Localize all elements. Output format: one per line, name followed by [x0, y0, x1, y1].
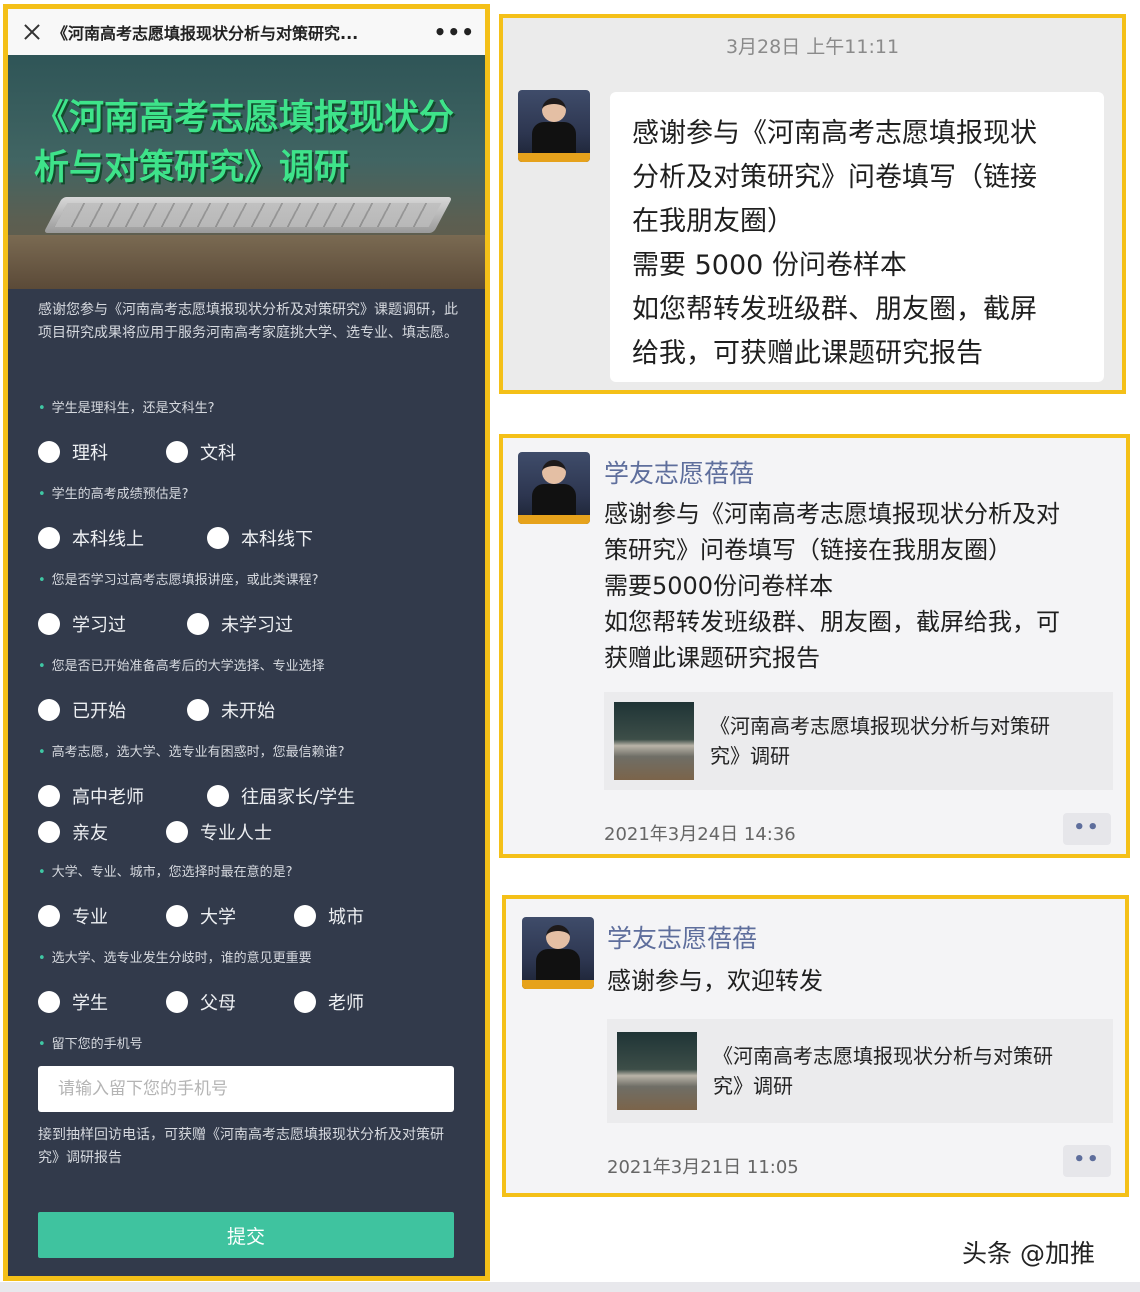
composite-screenshot: 《河南高考志愿填报现状分析与对策研究... ••• 《河南高考志愿填报现状分析与… [0, 0, 1140, 1292]
survey-intro: 感谢您参与《河南高考志愿填报现状分析及对策研究》课题调研，此项目研究成果将应用于… [38, 302, 458, 341]
post-time: 2021年3月24日 14:36 [604, 824, 796, 845]
radio-button[interactable] [166, 991, 188, 1013]
question-label: 您是否学习过高考志愿填报讲座，或此类课程? [38, 566, 485, 596]
avatar[interactable] [522, 917, 594, 989]
link-thumbnail [614, 702, 694, 780]
chat-line: 给我，可获赠此课题研究报告 [632, 338, 983, 369]
radio-option[interactable]: 已开始 [38, 697, 187, 723]
question-label: 您是否已开始准备高考后的大学选择、专业选择 [38, 652, 485, 682]
radio-button[interactable] [38, 527, 60, 549]
question-label: 大学、专业、城市，您选择时最在意的是? [38, 858, 485, 888]
link-title: 《河南高考志愿填报现状分析与对策研 究》调研 [710, 714, 1050, 768]
radio-option[interactable]: 老师 [294, 989, 364, 1015]
chat-line: 感谢参与《河南高考志愿填报现状 [632, 118, 1037, 149]
page-title: 《河南高考志愿填报现状分析与对策研究... [52, 24, 359, 43]
radio-option[interactable]: 专业人士 [166, 819, 272, 845]
radio-option[interactable]: 学生 [38, 989, 166, 1015]
question-label: 选大学、选专业发生分歧时，谁的意见更重要 [38, 944, 485, 974]
radio-button[interactable] [166, 905, 188, 927]
question-options: 专业 大学 城市 [38, 888, 485, 944]
more-menu-icon[interactable]: ••• [434, 20, 475, 44]
survey-form: 学生是理科生，还是文科生? 理科 文科 学生的高考成绩预估是? 本科线上 本科线… [8, 394, 485, 1258]
radio-button[interactable] [38, 991, 60, 1013]
moment-post: 学友志愿蓓蓓 感谢参与，欢迎转发 《河南高考志愿填报现状分析与对策研 究》调研 … [502, 895, 1129, 1197]
shared-link-card[interactable]: 《河南高考志愿填报现状分析与对策研 究》调研 [607, 1019, 1113, 1123]
survey-phone-panel: 《河南高考志愿填报现状分析与对策研究... ••• 《河南高考志愿填报现状分析与… [3, 4, 490, 1281]
poster-name[interactable]: 学友志愿蓓蓓 [607, 919, 757, 955]
link-thumbnail [617, 1032, 697, 1110]
chat-bubble[interactable]: 感谢参与《河南高考志愿填报现状 分析及对策研究》问卷填写（链接 在我朋友圈） 需… [610, 92, 1104, 382]
radio-button[interactable] [38, 905, 60, 927]
question-options: 已开始 未开始 [38, 682, 485, 738]
reward-note: 接到抽样回访电话，可获赠《河南高考志愿填报现状分析及对策研究》调研报告 [38, 1127, 444, 1166]
avatar[interactable] [518, 90, 590, 162]
desk-image [8, 235, 485, 289]
question-options: 本科线上 本科线下 [38, 510, 485, 566]
radio-option[interactable]: 理科 [38, 439, 166, 465]
radio-button[interactable] [38, 821, 60, 843]
more-actions-button[interactable]: •• [1063, 1145, 1111, 1177]
radio-button[interactable] [187, 699, 209, 721]
radio-option[interactable]: 本科线上 [38, 525, 207, 551]
close-icon[interactable] [22, 22, 42, 42]
survey-banner: 《河南高考志愿填报现状分析与对策研究》调研 [8, 55, 485, 289]
radio-option[interactable]: 大学 [166, 903, 294, 929]
avatar[interactable] [518, 452, 590, 524]
radio-button[interactable] [38, 613, 60, 635]
chat-line: 分析及对策研究》问卷填写（链接 [632, 162, 1037, 193]
post-text: 感谢参与《河南高考志愿填报现状分析及对 策研究》问卷填写（链接在我朋友圈） 需要… [604, 500, 1060, 672]
chat-line: 在我朋友圈） [632, 206, 794, 237]
chat-line: 如您帮转发班级群、朋友圈，截屏 [632, 294, 1037, 325]
radio-option[interactable]: 文科 [166, 439, 236, 465]
post-text: 感谢参与，欢迎转发 [607, 967, 823, 995]
radio-option[interactable]: 城市 [294, 903, 364, 929]
question-options: 亲友 专业人士 [38, 814, 485, 850]
radio-button[interactable] [38, 699, 60, 721]
poster-name[interactable]: 学友志愿蓓蓓 [604, 454, 754, 490]
chat-line: 需要 5000 份问卷样本 [632, 250, 907, 281]
radio-option[interactable]: 学习过 [38, 611, 187, 637]
radio-button[interactable] [166, 821, 188, 843]
radio-button[interactable] [294, 905, 316, 927]
banner-title: 《河南高考志愿填报现状分析与对策研究》调研 [34, 98, 455, 188]
radio-option[interactable]: 未学习过 [187, 611, 293, 637]
post-time: 2021年3月21日 11:05 [607, 1157, 799, 1178]
keyboard-image [43, 197, 453, 233]
radio-option[interactable]: 高中老师 [38, 783, 207, 809]
phone-header: 《河南高考志愿填报现状分析与对策研究... ••• [8, 9, 485, 55]
question-options: 学习过 未学习过 [38, 596, 485, 652]
radio-option[interactable]: 往届家长/学生 [207, 783, 355, 809]
radio-button[interactable] [207, 527, 229, 549]
source-watermark: 头条 @加推 [962, 1239, 1095, 1268]
radio-option[interactable]: 本科线下 [207, 525, 313, 551]
phone-number-input[interactable] [38, 1066, 454, 1112]
bottom-divider [0, 1282, 1140, 1292]
radio-option[interactable]: 专业 [38, 903, 166, 929]
submit-button[interactable]: 提交 [38, 1212, 454, 1258]
chat-timestamp: 3月28日 上午11:11 [725, 36, 900, 58]
question-options: 学生 父母 老师 [38, 974, 485, 1030]
radio-option[interactable]: 父母 [166, 989, 294, 1015]
question-label: 留下您的手机号 [38, 1030, 485, 1060]
radio-button[interactable] [38, 785, 60, 807]
question-label: 学生是理科生，还是文科生? [38, 394, 485, 424]
radio-option[interactable]: 亲友 [38, 819, 166, 845]
question-label: 学生的高考成绩预估是? [38, 480, 485, 510]
more-actions-button[interactable]: •• [1063, 813, 1111, 845]
radio-button[interactable] [207, 785, 229, 807]
radio-button[interactable] [187, 613, 209, 635]
chat-message-panel: 3月28日 上午11:11 感谢参与《河南高考志愿填报现状 分析及对策研究》问卷… [499, 14, 1126, 394]
shared-link-card[interactable]: 《河南高考志愿填报现状分析与对策研 究》调研 [604, 692, 1113, 790]
question-options: 高中老师 往届家长/学生 [38, 778, 485, 814]
question-options: 理科 文科 [38, 424, 485, 480]
radio-button[interactable] [166, 441, 188, 463]
moment-post: 学友志愿蓓蓓 感谢参与《河南高考志愿填报现状分析及对 策研究》问卷填写（链接在我… [499, 434, 1130, 858]
radio-button[interactable] [294, 991, 316, 1013]
radio-option[interactable]: 未开始 [187, 697, 275, 723]
link-title: 《河南高考志愿填报现状分析与对策研 究》调研 [713, 1044, 1053, 1098]
question-label: 高考志愿，选大学、选专业有困惑时，您最信赖谁? [38, 738, 485, 768]
radio-button[interactable] [38, 441, 60, 463]
